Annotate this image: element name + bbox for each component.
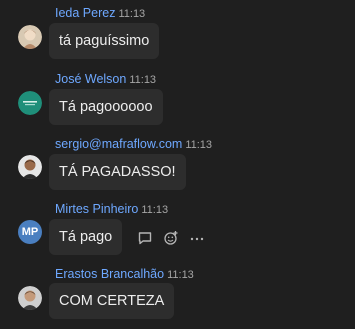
author-name[interactable]: Ieda Perez: [55, 6, 115, 20]
author-name[interactable]: sergio@mafraflow.com: [55, 137, 182, 151]
message-bubble[interactable]: Tá pago: [49, 219, 123, 255]
avatar-jose-welson[interactable]: [18, 91, 42, 115]
avatar-erastos-brancalhao[interactable]: [18, 286, 42, 310]
author-name[interactable]: Erastos Brancalhão: [55, 267, 164, 281]
more-options-icon[interactable]: [189, 230, 205, 246]
message-bubble[interactable]: tá paguíssimo: [49, 23, 160, 59]
message-bubble[interactable]: TÁ PAGADASSO!: [49, 154, 186, 190]
timestamp: 11:13: [167, 269, 194, 281]
avatar-sergio[interactable]: [18, 155, 42, 179]
avatar-ieda-perez[interactable]: [18, 25, 42, 49]
message-bubble[interactable]: COM CERTEZA: [49, 283, 175, 319]
add-reaction-icon[interactable]: [163, 230, 179, 246]
timestamp: 11:13: [141, 204, 169, 216]
author-name[interactable]: José Welson: [55, 72, 126, 86]
reply-icon[interactable]: [137, 230, 153, 246]
message-bubble[interactable]: Tá pagoooooo: [49, 89, 163, 125]
timestamp: 11:13: [129, 74, 157, 86]
timestamp: 11:13: [118, 8, 146, 20]
timestamp: 11:13: [185, 139, 213, 151]
message-actions: [137, 228, 205, 248]
avatar-mirtes-pinheiro[interactable]: MP: [18, 220, 42, 244]
author-name[interactable]: Mirtes Pinheiro: [55, 202, 138, 216]
